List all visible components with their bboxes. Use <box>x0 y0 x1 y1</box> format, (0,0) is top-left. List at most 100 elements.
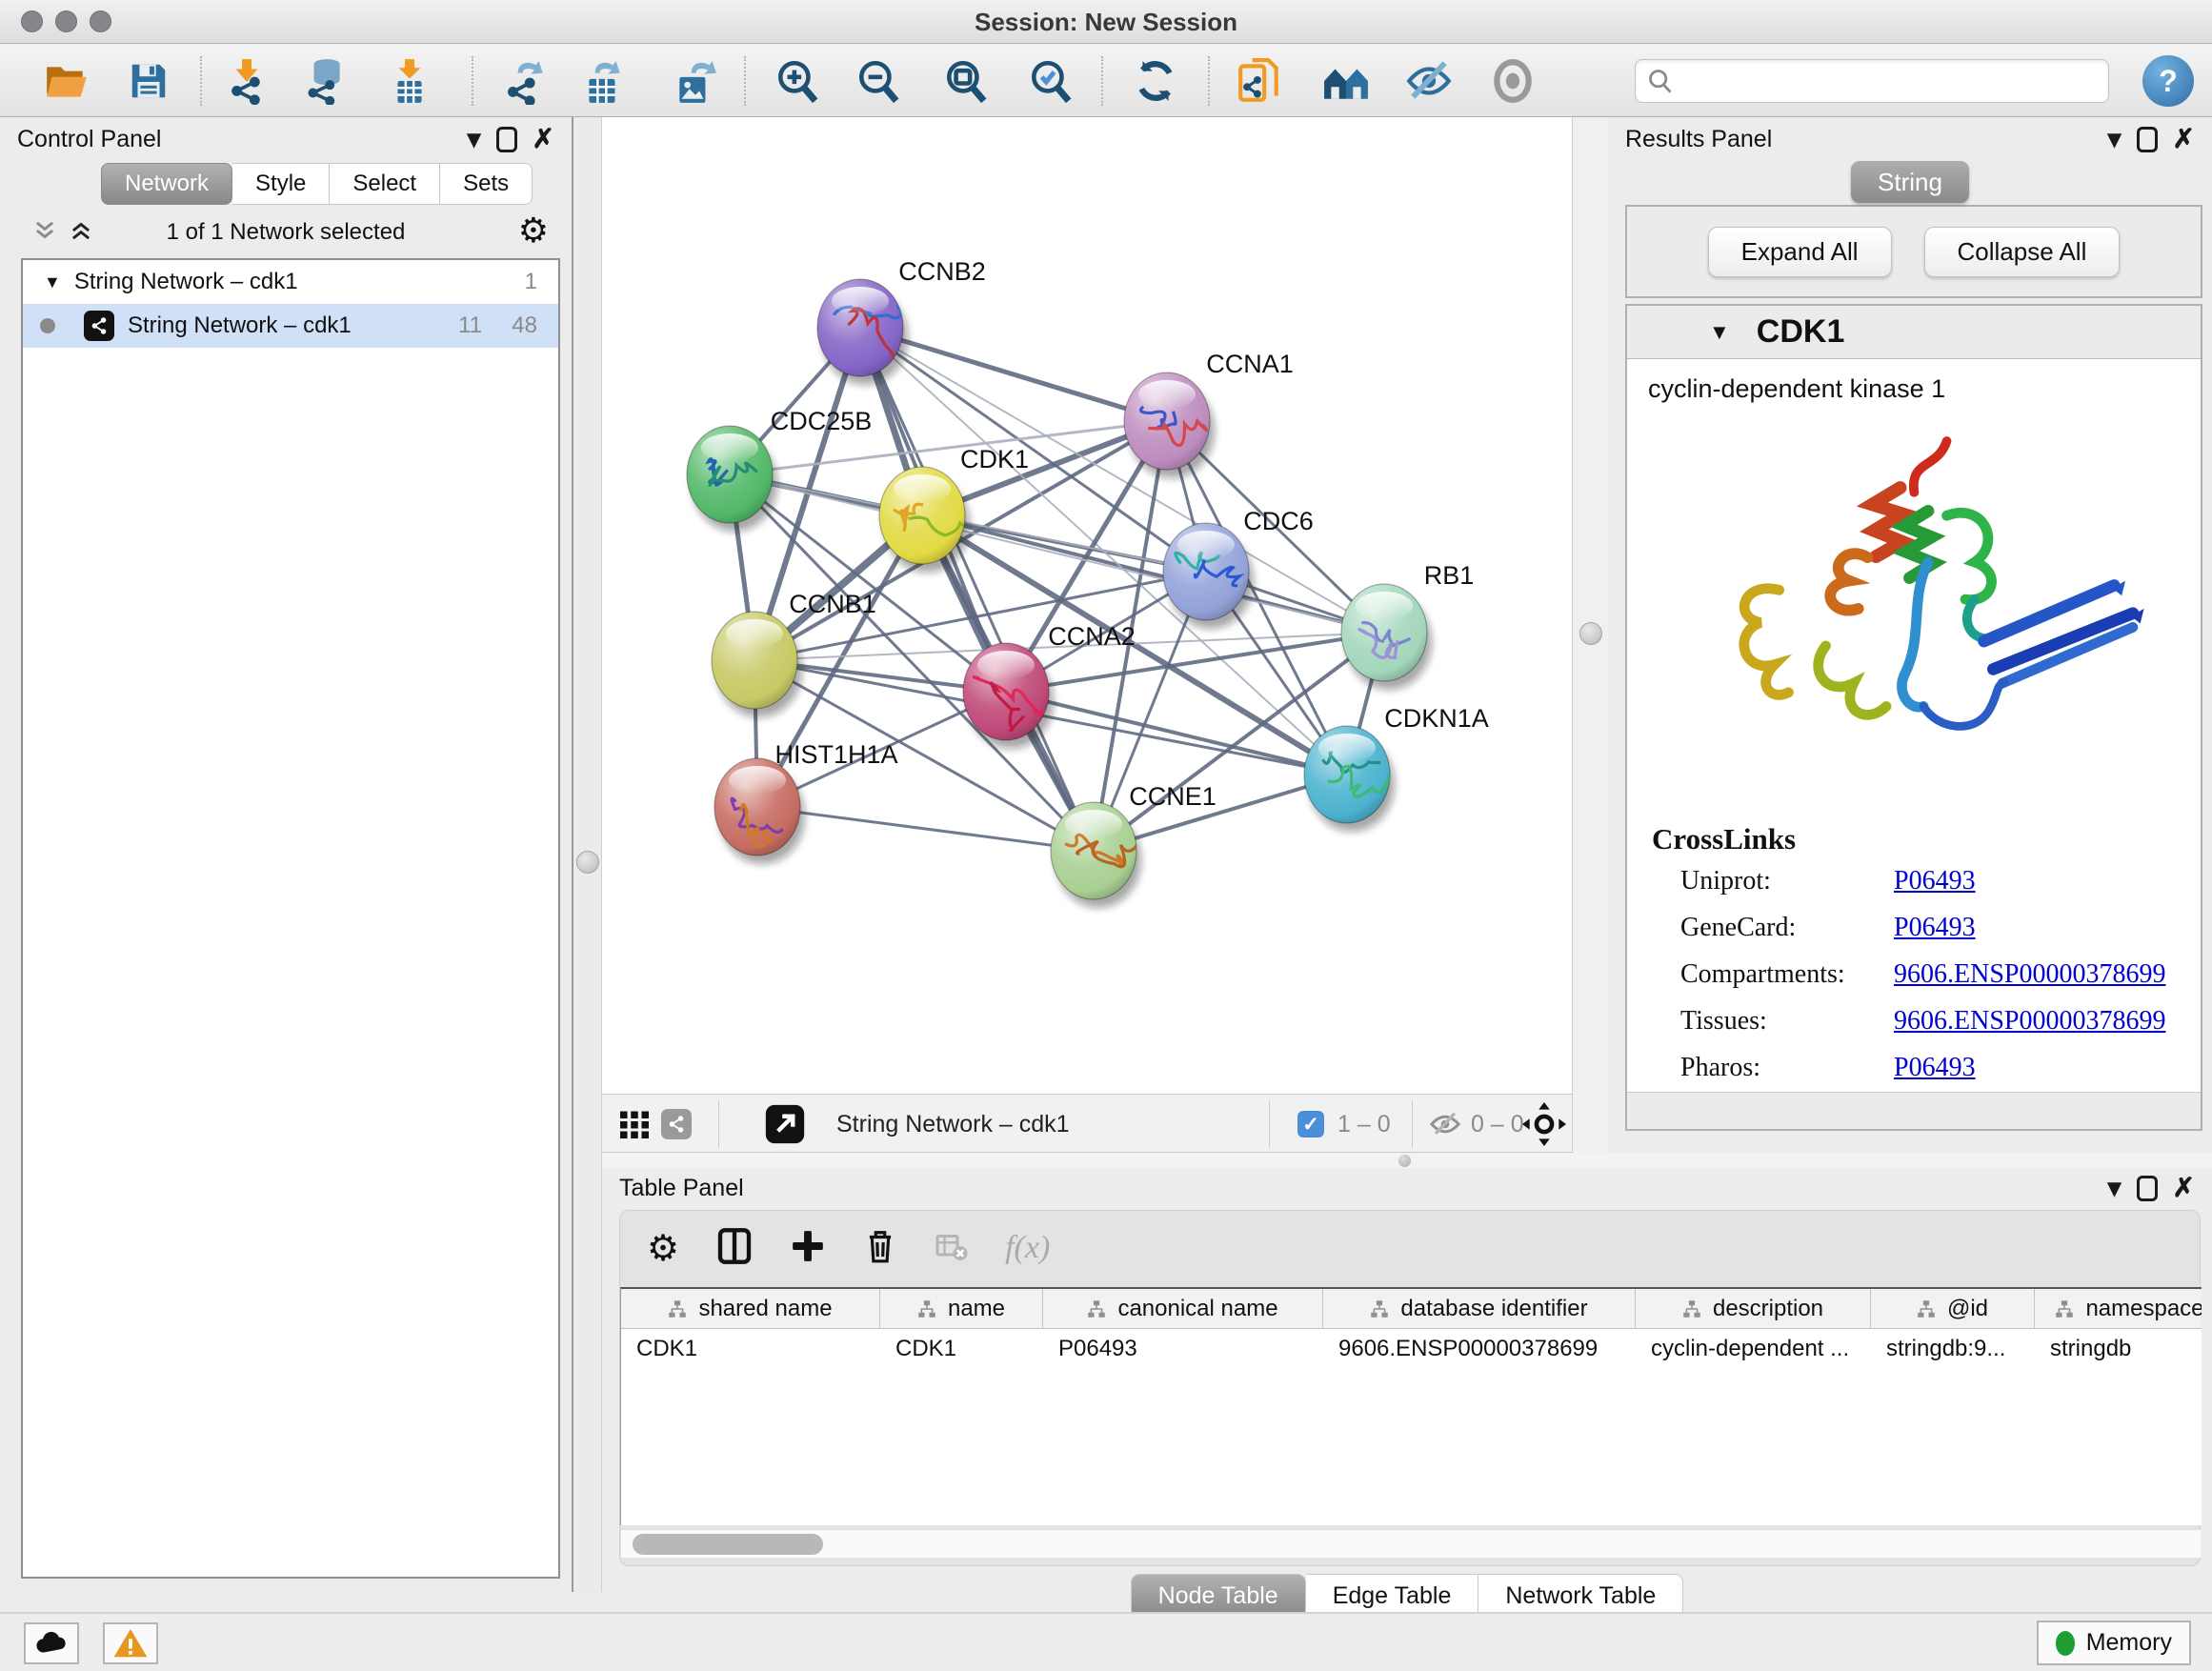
cloud-status-icon[interactable] <box>24 1622 79 1664</box>
collapse-all-button[interactable]: Collapse All <box>1924 227 2121 277</box>
crosslink-link-tissues-[interactable]: 9606.ENSP00000378699 <box>1894 1006 2165 1037</box>
column-header--id[interactable]: @id <box>1871 1289 2035 1329</box>
network-collection-row[interactable]: ▼ String Network – cdk1 1 <box>23 260 558 304</box>
zoom-fit-icon[interactable] <box>939 54 993 108</box>
network-node-CDKN1A[interactable] <box>1304 726 1395 832</box>
column-header-name[interactable]: name <box>880 1289 1043 1329</box>
selected-checkbox-icon[interactable]: ✓ <box>1297 1095 1324 1154</box>
create-column-icon[interactable] <box>790 1228 826 1269</box>
import-table-icon[interactable] <box>383 54 436 108</box>
clone-network-icon[interactable] <box>1233 54 1286 108</box>
section-expander-icon[interactable]: ▼ <box>1709 320 1730 345</box>
panel-collapse-icon[interactable]: ▾ <box>467 126 480 152</box>
cell-description[interactable]: cyclin-dependent ... <box>1636 1329 1871 1369</box>
splitter-handle[interactable] <box>1398 1155 1411 1167</box>
splitter-handle[interactable] <box>1579 622 1602 645</box>
protein-structure-image <box>1661 404 2195 804</box>
close-window-icon[interactable] <box>21 10 43 32</box>
cell-namespace[interactable]: stringdb <box>2035 1329 2202 1369</box>
network-edge[interactable] <box>860 328 1094 851</box>
network-canvas[interactable]: CCNB2CCNA1CDC25BCDK1CDC6RB1CCNB1CCNA2CDK… <box>602 117 1572 1094</box>
warning-status-icon[interactable] <box>103 1622 158 1664</box>
right-splitter[interactable] <box>1572 117 1608 1153</box>
network-node-CDC6[interactable] <box>1163 523 1254 629</box>
tree-expander-icon[interactable]: ▼ <box>44 272 61 292</box>
splitter-handle[interactable] <box>576 851 599 874</box>
export-image-icon[interactable] <box>669 54 722 108</box>
network-edge[interactable] <box>1006 692 1347 775</box>
network-graph[interactable]: CCNB2CCNA1CDC25BCDK1CDC6RB1CCNB1CCNA2CDK… <box>602 117 1572 1094</box>
network-node-CCNA1[interactable] <box>1124 372 1215 478</box>
zoom-out-icon[interactable] <box>852 54 905 108</box>
cell-name[interactable]: CDK1 <box>880 1329 1043 1369</box>
import-network-icon[interactable] <box>220 54 273 108</box>
cell-database-identifier[interactable]: 9606.ENSP00000378699 <box>1323 1329 1636 1369</box>
column-header-database-identifier[interactable]: database identifier <box>1323 1289 1636 1329</box>
show-all-icon[interactable] <box>1486 54 1539 108</box>
show-columns-icon[interactable] <box>715 1227 754 1270</box>
open-session-icon[interactable] <box>40 54 93 108</box>
column-header-shared-name[interactable]: shared name <box>621 1289 880 1329</box>
move-crosshair-icon[interactable] <box>1522 1095 1566 1154</box>
network-row-selected[interactable]: String Network – cdk1 11 48 <box>23 304 558 348</box>
panel-close-icon[interactable]: ✗ <box>533 126 554 152</box>
save-session-icon[interactable] <box>122 54 175 108</box>
column-header-canonical-name[interactable]: canonical name <box>1043 1289 1323 1329</box>
crosslink-link-compartments-[interactable]: 9606.ENSP00000378699 <box>1894 959 2165 990</box>
export-network-icon[interactable] <box>499 54 553 108</box>
cell--id[interactable]: stringdb:9... <box>1871 1329 2035 1369</box>
search-input[interactable] <box>1683 67 2097 95</box>
birdseye-view-icon[interactable] <box>661 1095 705 1154</box>
tab-sets[interactable]: Sets <box>440 163 533 205</box>
zoom-selected-icon[interactable] <box>1024 54 1077 108</box>
panel-collapse-icon[interactable]: ▾ <box>2107 126 2121 152</box>
crosslink-link-genecard-[interactable]: P06493 <box>1894 913 1976 943</box>
crosslink-link-uniprot-[interactable]: P06493 <box>1894 866 1976 896</box>
network-edge[interactable] <box>757 807 1094 851</box>
tab-network[interactable]: Network <box>101 163 232 205</box>
delete-column-icon[interactable] <box>862 1228 898 1269</box>
expand-all-button[interactable]: Expand All <box>1708 227 1892 277</box>
export-table-icon[interactable] <box>576 54 630 108</box>
zoom-window-icon[interactable] <box>90 10 111 32</box>
panel-float-icon[interactable] <box>2137 1176 2158 1201</box>
panel-float-icon[interactable] <box>496 127 517 152</box>
tab-string[interactable]: String <box>1851 161 1969 203</box>
network-options-gear-icon[interactable]: ⚙ <box>518 211 549 251</box>
cell-shared-name[interactable]: CDK1 <box>621 1329 880 1369</box>
cell-canonical-name[interactable]: P06493 <box>1043 1329 1323 1369</box>
panel-close-icon[interactable]: ✗ <box>2173 1175 2195 1201</box>
panel-close-icon[interactable]: ✗ <box>2173 126 2195 152</box>
horizontal-splitter[interactable] <box>602 1153 2212 1168</box>
help-icon[interactable]: ? <box>2142 55 2194 107</box>
grid-view-icon[interactable] <box>617 1095 652 1154</box>
network-node-RB1[interactable] <box>1341 584 1432 690</box>
crosslink-link-pharos-[interactable]: P06493 <box>1894 1053 1976 1083</box>
minimize-window-icon[interactable] <box>55 10 77 32</box>
network-node-CCNB2[interactable] <box>817 279 916 385</box>
panel-float-icon[interactable] <box>2137 127 2158 152</box>
import-database-icon[interactable] <box>298 54 352 108</box>
table-options-gear-icon[interactable]: ⚙ <box>647 1227 679 1270</box>
network-node-CDC25B[interactable] <box>687 426 777 532</box>
hide-selected-icon[interactable] <box>1402 54 1456 108</box>
tab-style[interactable]: Style <box>232 163 330 205</box>
first-neighbors-icon[interactable] <box>1319 54 1373 108</box>
table-horizontal-scrollbar[interactable] <box>621 1529 2201 1558</box>
column-header-description[interactable]: description <box>1636 1289 1871 1329</box>
memory-button[interactable]: Memory <box>2037 1621 2191 1665</box>
refresh-layout-icon[interactable] <box>1129 54 1182 108</box>
network-node-CDK1[interactable] <box>879 467 983 573</box>
tab-select[interactable]: Select <box>330 163 440 205</box>
open-in-window-icon[interactable] <box>764 1095 806 1154</box>
network-node-CCNA2[interactable] <box>963 643 1054 749</box>
gene-section-header[interactable]: ▼ CDK1 <box>1627 306 2201 359</box>
network-node-HIST1H1A[interactable] <box>714 758 805 864</box>
scrollbar-thumb[interactable] <box>633 1534 823 1555</box>
table-row[interactable]: CDK1CDK1P064939606.ENSP00000378699cyclin… <box>621 1329 2202 1369</box>
panel-collapse-icon[interactable]: ▾ <box>2107 1175 2121 1201</box>
zoom-in-icon[interactable] <box>771 54 824 108</box>
network-node-CCNE1[interactable] <box>1051 802 1141 908</box>
left-splitter[interactable] <box>572 117 602 1592</box>
column-header-namespace[interactable]: namespace <box>2035 1289 2202 1329</box>
